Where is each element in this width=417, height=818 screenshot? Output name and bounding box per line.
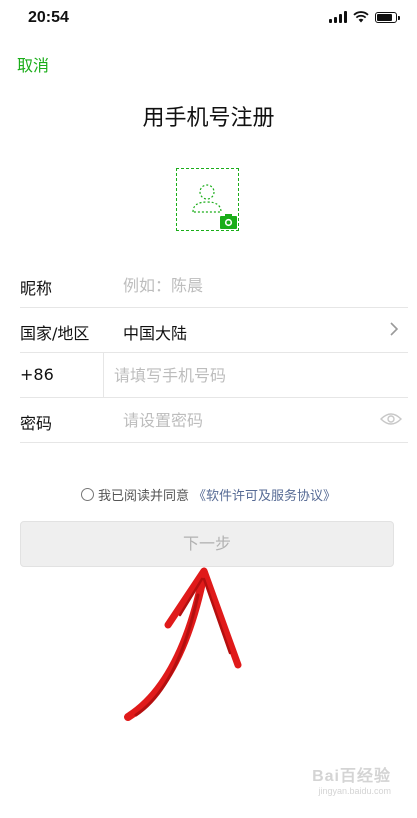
- code-divider: [103, 353, 104, 397]
- password-row: 密码: [20, 398, 408, 443]
- page-title: 用手机号注册: [142, 106, 275, 131]
- cancel-button[interactable]: 取消: [17, 52, 49, 76]
- phone-input[interactable]: [114, 353, 374, 397]
- registration-form: 昵称 国家/地区 中国大陆 +86 密码: [0, 263, 417, 443]
- nickname-row: 昵称: [20, 263, 408, 308]
- watermark-sub: jingyan.baidu.com: [318, 786, 391, 796]
- cellular-signal-icon: [329, 11, 347, 23]
- region-value: 中国大陆: [123, 324, 188, 343]
- password-label: 密码: [20, 414, 53, 433]
- region-row[interactable]: 国家/地区 中国大陆: [20, 308, 408, 353]
- agreement-link[interactable]: 《软件许可及服务协议》: [193, 485, 336, 504]
- baidu-watermark: Bai百经验 jingyan.baidu.com: [281, 762, 391, 802]
- agree-radio[interactable]: [80, 488, 94, 501]
- red-arrow-annotation: [124, 567, 242, 721]
- phone-row: +86: [20, 353, 408, 398]
- nickname-label: 昵称: [20, 279, 53, 298]
- battery-icon: [375, 11, 400, 23]
- status-bar: 20:54: [0, 0, 417, 34]
- status-time: 20:54: [28, 9, 69, 26]
- nickname-input[interactable]: [123, 263, 383, 307]
- password-input[interactable]: [123, 398, 383, 442]
- agreement: 我已阅读并同意 《软件许可及服务协议》: [0, 485, 417, 504]
- watermark-text: Bai百经验: [312, 768, 391, 785]
- country-code[interactable]: +86: [20, 365, 54, 384]
- status-icons: [329, 11, 400, 23]
- agree-text: 我已阅读并同意: [97, 489, 189, 504]
- chevron-right-icon: [390, 322, 398, 336]
- user-placeholder-icon: [192, 184, 237, 229]
- wifi-icon: [353, 11, 369, 23]
- next-button[interactable]: 下一步: [20, 521, 394, 567]
- avatar-upload[interactable]: [176, 168, 239, 231]
- region-label: 国家/地区: [20, 324, 90, 343]
- eye-icon[interactable]: [380, 412, 402, 426]
